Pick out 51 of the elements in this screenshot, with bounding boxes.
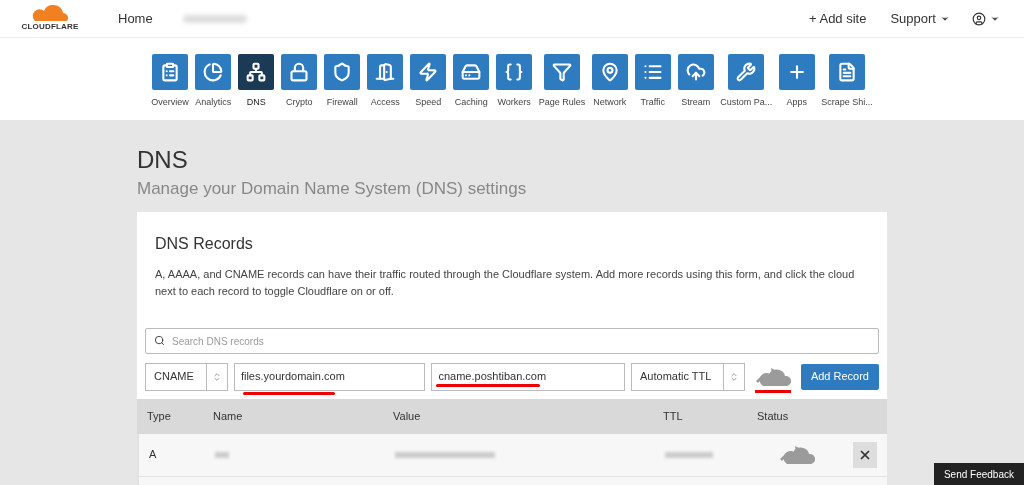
column-header: Type bbox=[147, 408, 172, 424]
status-cloud-icon[interactable] bbox=[779, 443, 815, 466]
card-description: A, AAAA, and CNAME records can have their traffic routed through the Cloudflare system. Add more records using this form, and click the cloud next to each record to toggle Cloudflare on or off. bbox=[155, 266, 856, 299]
card-title: DNS Records bbox=[155, 233, 254, 254]
account-menu[interactable] bbox=[972, 11, 1000, 26]
send-feedback-button[interactable]: Send Feedback bbox=[933, 463, 1024, 485]
column-header: Value bbox=[393, 408, 422, 424]
page-title: DNS bbox=[137, 146, 189, 174]
annotation-underline bbox=[755, 389, 792, 393]
blurred-domain bbox=[182, 14, 247, 23]
page-subtitle: Manage your Domain Name System (DNS) settings bbox=[137, 178, 528, 200]
delete-button[interactable] bbox=[853, 441, 877, 468]
ttl-select[interactable]: Automatic TTL bbox=[631, 362, 746, 391]
logo-text: CLOUDFLARE bbox=[21, 20, 79, 33]
column-header: Name bbox=[213, 408, 244, 424]
search-icon bbox=[154, 334, 165, 346]
add-site-link[interactable]: + Add site bbox=[809, 8, 867, 29]
filter-icon bbox=[551, 62, 572, 82]
wrench-icon bbox=[736, 62, 757, 82]
add-record-button[interactable]: Add Record bbox=[800, 363, 879, 390]
proxy-cloud-icon[interactable] bbox=[755, 365, 792, 388]
lightning-icon bbox=[418, 62, 439, 82]
cloud-logo-icon bbox=[31, 4, 69, 21]
blurred-ttl bbox=[665, 451, 713, 458]
drive-icon bbox=[461, 62, 482, 82]
document-icon bbox=[837, 62, 858, 82]
updown-icon bbox=[729, 371, 740, 382]
updown-icon bbox=[211, 371, 222, 382]
cloud-upload-icon bbox=[685, 62, 706, 82]
user-icon bbox=[972, 11, 986, 26]
blurred-name bbox=[215, 451, 229, 458]
nav-tab[interactable]: Page Rules bbox=[538, 54, 586, 120]
column-header: TTL bbox=[663, 408, 684, 424]
list-icon bbox=[642, 62, 663, 82]
clipboard-icon bbox=[159, 62, 180, 82]
column-header: Status bbox=[757, 408, 790, 424]
support-menu[interactable]: Support bbox=[890, 8, 950, 29]
pie-chart-icon bbox=[203, 62, 224, 82]
type-select[interactable]: CNAME bbox=[145, 362, 228, 391]
network-icon bbox=[246, 62, 267, 82]
shield-icon bbox=[332, 62, 353, 82]
table-cell-text: A bbox=[149, 447, 158, 463]
home-link[interactable]: Home bbox=[118, 8, 153, 29]
value-field[interactable]: cname.poshtiban.com bbox=[431, 362, 625, 391]
door-icon bbox=[375, 62, 396, 82]
search-field[interactable]: Search DNS records bbox=[145, 328, 879, 354]
nav-tab[interactable]: Custom Pa... bbox=[720, 54, 773, 120]
nav-tab[interactable]: Scrape Shi... bbox=[821, 54, 873, 120]
lock-icon bbox=[289, 62, 310, 82]
braces-icon bbox=[504, 62, 525, 82]
map-pin-icon bbox=[599, 62, 620, 82]
